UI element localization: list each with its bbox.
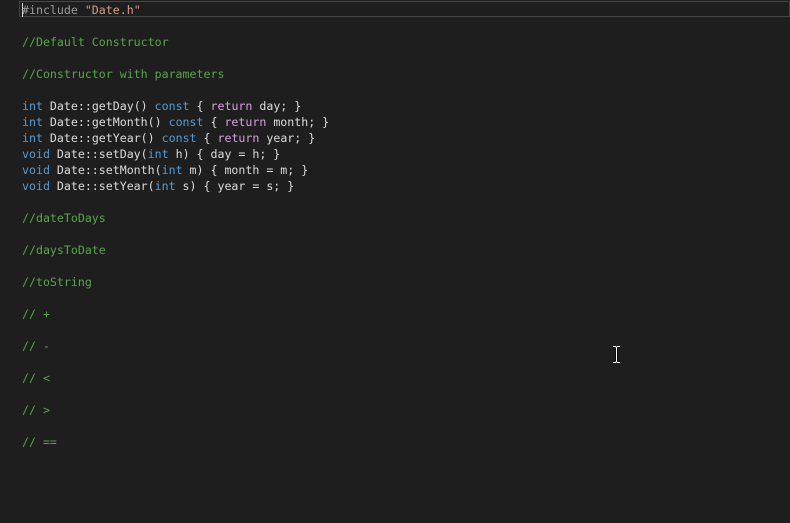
comment-date-to-days[interactable]: //dateToDays xyxy=(22,210,329,226)
comment-plus-operator[interactable]: // + xyxy=(22,306,329,322)
comment-equality-operator[interactable]: // == xyxy=(22,434,329,450)
comment-default-constructor[interactable]: //Default Constructor xyxy=(22,34,329,50)
function-body: day; } xyxy=(252,99,302,113)
code-line-getday[interactable]: int Date::getDay() const { return day; } xyxy=(22,98,329,114)
code-line-blank[interactable] xyxy=(22,354,329,370)
param-type-keyword: int xyxy=(161,163,183,177)
return-keyword: return xyxy=(210,99,253,113)
open-brace: { xyxy=(189,99,211,113)
return-keyword: return xyxy=(217,131,260,145)
code-line-blank[interactable] xyxy=(22,18,329,34)
code-line-blank[interactable] xyxy=(22,322,329,338)
code-editor[interactable]: #include "Date.h" //Default Constructor … xyxy=(0,0,790,523)
comment-less-than-operator[interactable]: // < xyxy=(22,370,329,386)
function-body: h) { day = h; } xyxy=(168,147,281,161)
function-signature: Date::getDay() xyxy=(42,99,155,113)
type-keyword: void xyxy=(22,163,50,177)
code-line-getmonth[interactable]: int Date::getMonth() const { return mont… xyxy=(22,114,329,130)
const-keyword: const xyxy=(168,115,204,129)
code-line-blank[interactable] xyxy=(22,290,329,306)
code-line-blank[interactable] xyxy=(22,418,329,434)
comment-to-string[interactable]: //toString xyxy=(22,274,329,290)
code-line-blank[interactable] xyxy=(22,194,329,210)
type-keyword: void xyxy=(22,147,50,161)
function-body: year; } xyxy=(259,131,316,145)
preprocessor-directive: #include xyxy=(22,3,78,17)
code-line-getyear[interactable]: int Date::getYear() const { return year;… xyxy=(22,130,329,146)
function-body: m) { month = m; } xyxy=(182,163,309,177)
code-line-setyear[interactable]: void Date::setYear(int s) { year = s; } xyxy=(22,178,329,194)
type-keyword: void xyxy=(22,179,50,193)
return-keyword: return xyxy=(224,115,267,129)
comment-days-to-date[interactable]: //daysToDate xyxy=(22,242,329,258)
comment-greater-than-operator[interactable]: // > xyxy=(22,402,329,418)
code-area[interactable]: #include "Date.h" //Default Constructor … xyxy=(22,2,329,450)
code-line-blank[interactable] xyxy=(22,386,329,402)
code-line-blank[interactable] xyxy=(22,82,329,98)
open-brace: { xyxy=(196,131,218,145)
const-keyword: const xyxy=(161,131,197,145)
function-signature: Date::setMonth( xyxy=(49,163,162,177)
function-body: month; } xyxy=(266,115,330,129)
type-keyword: int xyxy=(22,131,43,145)
code-line-blank[interactable] xyxy=(22,226,329,242)
open-brace: { xyxy=(203,115,225,129)
function-signature: Date::getYear() xyxy=(42,131,162,145)
code-line-setday[interactable]: void Date::setDay(int h) { day = h; } xyxy=(22,146,329,162)
comment-constructor-with-parameters[interactable]: //Constructor with parameters xyxy=(22,66,329,82)
comment-minus-operator[interactable]: // - xyxy=(22,338,329,354)
code-line-blank[interactable] xyxy=(22,50,329,66)
code-line-blank[interactable] xyxy=(22,258,329,274)
i-beam-cursor-icon xyxy=(613,346,620,363)
type-keyword: int xyxy=(22,115,43,129)
function-signature: Date::getMonth() xyxy=(42,115,169,129)
const-keyword: const xyxy=(154,99,190,113)
include-path-string: "Date.h" xyxy=(84,3,141,17)
param-type-keyword: int xyxy=(147,147,169,161)
type-keyword: int xyxy=(22,99,43,113)
code-line-include[interactable]: #include "Date.h" xyxy=(22,2,329,18)
param-type-keyword: int xyxy=(154,179,176,193)
function-signature: Date::setYear( xyxy=(49,179,155,193)
code-line-setmonth[interactable]: void Date::setMonth(int m) { month = m; … xyxy=(22,162,329,178)
function-signature: Date::setDay( xyxy=(49,147,148,161)
function-body: s) { year = s; } xyxy=(175,179,295,193)
